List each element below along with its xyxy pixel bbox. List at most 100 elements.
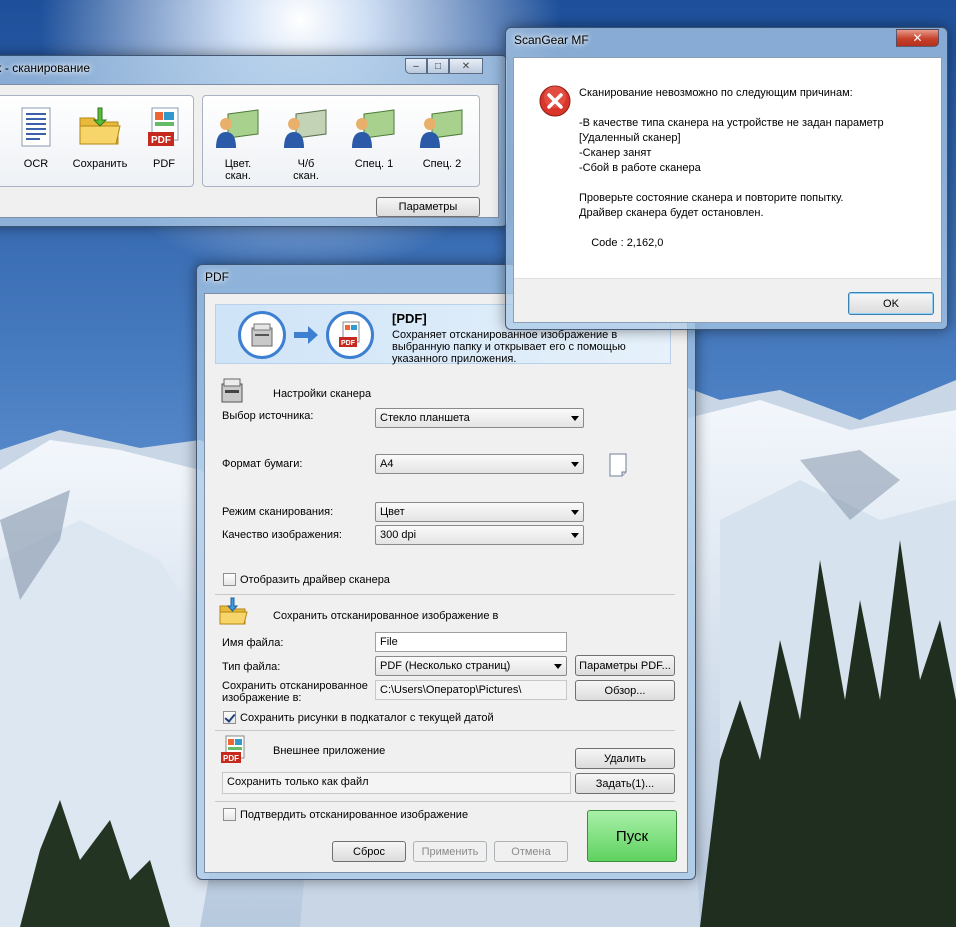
reset-button[interactable]: Сброс [332,841,406,862]
chevron-down-icon [571,416,579,421]
scanner-device-icon [251,323,273,347]
ok-button[interactable]: OK [848,292,934,315]
custom1-scan-label: Спец. 1 [354,158,394,170]
external-app-value: Сохранить только как файл [222,772,571,794]
svg-text:PDF: PDF [151,135,171,146]
color-scan-label: Цвет. скан. [224,158,252,182]
color-scan-icon [216,109,259,148]
custom2-scan-label: Спец. 2 [422,158,462,170]
delete-button[interactable]: Удалить [575,748,675,769]
separator [215,801,675,802]
save-tool[interactable]: Сохранить [69,104,131,170]
custom1-scan-icon [352,109,395,148]
bw-scan-tool[interactable]: Ч/б скан. [275,104,337,182]
ocr-label: OCR [23,158,49,170]
start-scan-button[interactable]: Пуск [587,810,677,862]
confirm-image-label: Подтвердить отсканированное изображение [240,809,469,821]
parameters-button[interactable]: Параметры [376,197,480,217]
folder-icon [79,107,121,145]
bw-scan-label: Ч/б скан. [293,158,319,182]
scanner-settings-heading: Настройки сканера [273,388,372,400]
error-dialog-title: ScanGear MF [514,33,589,47]
pdf-tool[interactable]: PDF PDF [133,104,195,170]
filetype-value: PDF (Несколько страниц) [380,660,511,672]
subfolder-checkbox[interactable] [223,711,236,724]
confirm-image-checkbox[interactable] [223,808,236,821]
pdf-dialog-window: PDF PDF [PDF] Сохраняет отсканированное … [196,264,696,880]
svg-text:PDF: PDF [341,340,356,347]
ocr-tool[interactable]: OCR [5,104,67,170]
error-dialog-client: Сканирование невозможно по следующим при… [513,57,942,323]
scan-mode-label: Режим сканирования: [222,506,334,518]
filename-input[interactable]: File [375,632,567,652]
subfolder-label: Сохранить рисунки в подкаталог с текущей… [240,712,494,724]
ocr-document-icon [21,107,51,147]
browse-button[interactable]: Обзор... [575,680,675,701]
toolbox-caption-buttons: – □ ✕ [405,58,483,74]
toolbox-client: OCR Сохранить PDF PDF Цвет. скан. Ч/б ск… [0,84,499,218]
minimize-button[interactable]: – [405,58,427,74]
separator [215,594,675,595]
banner-description: Сохраняет отсканированное изображение в … [392,329,626,365]
banner-title: [PDF] [392,311,427,326]
save-settings-heading: Сохранить отсканированное изображение в [273,610,499,622]
show-driver-label: Отобразить драйвер сканера [240,574,390,586]
chevron-down-icon [554,664,562,669]
toolbox-window: ох - сканирование – □ ✕ OCR [0,55,508,227]
pdf-dialog-title: PDF [205,270,229,284]
pdf-icon: PDF [148,107,179,146]
scanner-ring [238,311,286,359]
scangear-error-window: ScanGear MF ✕ Сканирование невозможно по… [505,27,948,330]
close-button[interactable]: ✕ [896,29,939,47]
page-orientation-icon [609,453,627,477]
filetype-label: Тип файла: [222,661,281,673]
close-button[interactable]: ✕ [449,58,483,74]
image-quality-label: Качество изображения: [222,529,342,541]
pdf-target-icon: PDF [339,321,360,347]
source-select[interactable]: Стекло планшета [375,408,584,428]
chevron-down-icon [571,510,579,515]
chevron-down-icon [571,533,579,538]
toolbox-group-scan: Цвет. скан. Ч/б скан. Спец. 1 Спец. 2 [202,95,480,187]
custom1-scan-tool[interactable]: Спец. 1 [343,104,405,170]
toolbox-title: ох - сканирование [0,61,90,75]
image-quality-value: 300 dpi [380,529,417,541]
paper-size-label: Формат бумаги: [222,458,303,470]
scan-mode-value: Цвет [380,506,405,518]
apply-button[interactable]: Применить [413,841,487,862]
save-label: Сохранить [72,158,128,170]
error-caption-buttons: ✕ [896,29,939,47]
arrow-right-icon [294,326,318,344]
save-folder-icon [219,597,248,625]
error-message: Сканирование невозможно по следующим при… [579,87,884,249]
pdf-ring: PDF [326,311,374,359]
pdf-params-button[interactable]: Параметры PDF... [575,655,675,676]
external-app-pdf-icon: PDF [221,735,245,763]
paper-size-select[interactable]: A4 [375,454,584,474]
source-value: Стекло планшета [380,412,470,424]
separator [215,730,675,731]
save-to-path: C:\Users\Оператор\Pictures\ [375,680,567,700]
external-app-heading: Внешнее приложение [273,745,386,757]
filetype-select[interactable]: PDF (Несколько страниц) [375,656,567,676]
chevron-down-icon [571,462,579,467]
source-label: Выбор источника: [222,410,314,422]
toolbox-group-output: OCR Сохранить PDF PDF [0,95,194,187]
color-scan-tool[interactable]: Цвет. скан. [207,104,269,182]
save-to-label: Сохранить отсканированное изображение в: [222,680,368,704]
scan-mode-select[interactable]: Цвет [375,502,584,522]
maximize-button[interactable]: □ [427,58,449,74]
cancel-button[interactable]: Отмена [494,841,568,862]
custom2-scan-icon [420,109,463,148]
bw-scan-icon [284,109,327,148]
show-driver-checkbox[interactable] [223,573,236,586]
error-icon [539,85,571,117]
paper-size-value: A4 [380,458,394,470]
image-quality-select[interactable]: 300 dpi [375,525,584,545]
set-app-button[interactable]: Задать(1)... [575,773,675,794]
error-dialog-footer: OK [514,278,941,322]
pdf-dialog-client: PDF [PDF] Сохраняет отсканированное изоб… [204,293,688,873]
filename-label: Имя файла: [222,637,284,649]
scanner-settings-icon [221,378,243,403]
custom2-scan-tool[interactable]: Спец. 2 [411,104,473,170]
